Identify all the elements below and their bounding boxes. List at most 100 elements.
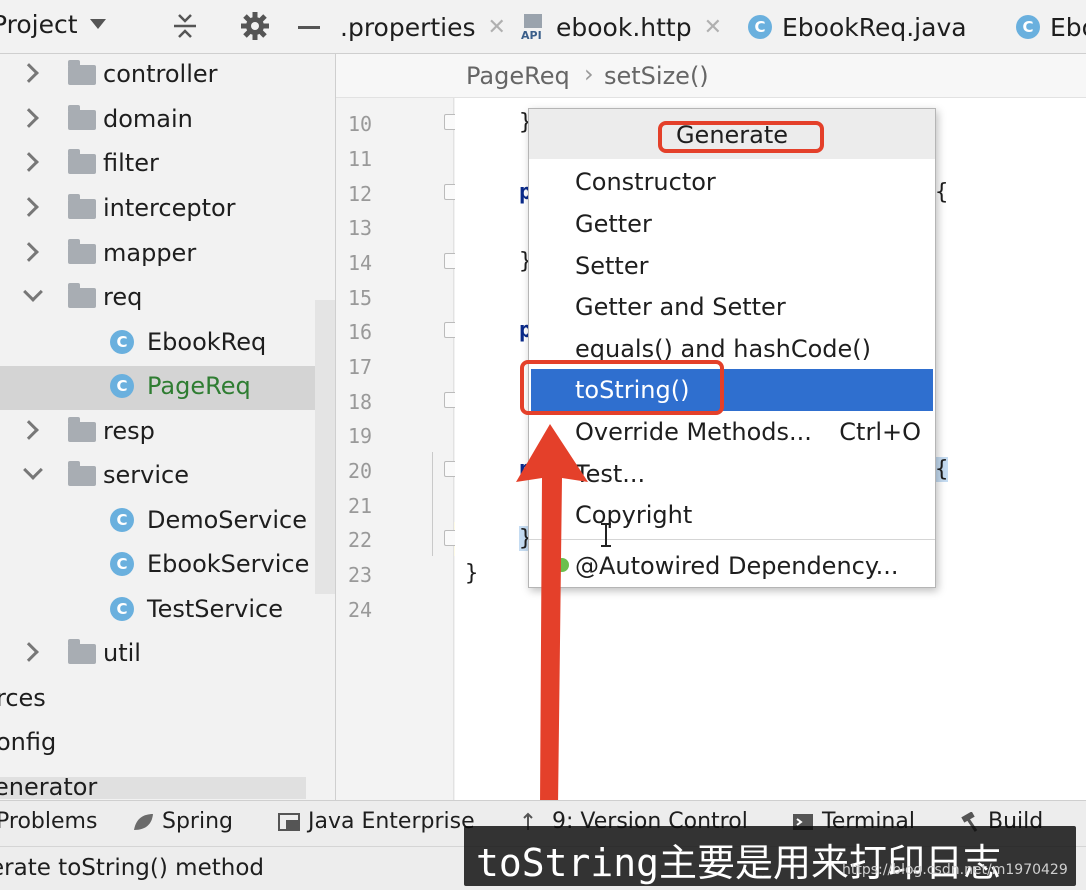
expand-arrow-icon[interactable] (19, 63, 39, 83)
expand-arrow-icon[interactable] (19, 152, 39, 172)
line-number: 17 (348, 355, 373, 379)
expand-arrow-icon[interactable] (19, 197, 39, 217)
class-icon: C (1016, 15, 1040, 39)
tree-item-filter[interactable]: filter (0, 143, 335, 187)
project-tool-title[interactable]: Project (0, 10, 78, 39)
gear-icon[interactable] (240, 11, 270, 41)
watermark-text: https://blog.csdn.net/m1970429 (842, 862, 1068, 878)
tree-item-mapper[interactable]: mapper (0, 233, 335, 277)
tree-item-label: mapper (103, 239, 197, 267)
menu-item-label: Getter and Setter (575, 293, 786, 321)
line-number: 20 (348, 459, 373, 483)
folder-icon (68, 239, 96, 264)
tool-window-label: Problems (0, 809, 98, 834)
menu-item-label: Constructor (575, 168, 716, 196)
tool-window-java-enterprise[interactable]: Java Enterprise (278, 809, 475, 834)
tree-item-testservice[interactable]: C TestService (0, 589, 335, 633)
menu-item-getter-and-setter[interactable]: Getter and Setter (531, 286, 933, 328)
tree-item-pagereq[interactable]: C PageReq (0, 366, 335, 410)
line-number: 16 (348, 320, 373, 344)
tool-window-spring[interactable]: Spring (132, 809, 233, 834)
tool-window-label: Java Enterprise (308, 809, 475, 834)
folder-icon (68, 194, 96, 219)
code-brace: } (465, 561, 479, 586)
status-message: erate toString() method (0, 855, 264, 881)
minimize-icon[interactable] (298, 26, 320, 29)
tree-item-label: domain (103, 105, 193, 133)
annotation-highlight-tostring (520, 360, 724, 415)
menu-item-label: Override Methods... (575, 418, 812, 446)
expand-arrow-icon[interactable] (19, 108, 39, 128)
menu-item-setter[interactable]: Setter (531, 245, 933, 287)
class-icon: C (748, 15, 772, 39)
line-number: 22 (348, 528, 373, 552)
line-number: 14 (348, 251, 373, 275)
line-number: 18 (348, 390, 373, 414)
tree-item-resp[interactable]: resp (0, 411, 335, 455)
tree-item-label: enerator (0, 773, 98, 800)
class-icon: C (110, 374, 134, 398)
tree-item-generator[interactable]: enerator (0, 767, 335, 800)
tab-label: EbookReq.java (782, 12, 967, 42)
tree-item-util[interactable]: util (0, 633, 335, 677)
tree-item-config[interactable]: onfig (0, 722, 335, 766)
tab-label: .properties (340, 12, 476, 42)
tree-item-demoservice[interactable]: C DemoService (0, 500, 335, 544)
collapse-all-icon[interactable] (172, 12, 198, 40)
tab-ebo[interactable]: C Ebo (1016, 0, 1086, 54)
editor-tabs: .properties ✕ API ebook.http ✕ C EbookRe… (336, 0, 1086, 54)
menu-item-constructor[interactable]: Constructor (531, 161, 933, 203)
folder-icon (68, 283, 96, 308)
line-number: 19 (348, 424, 373, 448)
line-number: 15 (348, 286, 373, 310)
tree-item-ebookreq[interactable]: C EbookReq (0, 322, 335, 366)
tree-item-controller[interactable]: controller (0, 54, 335, 98)
tree-item-label: EbookReq (147, 328, 267, 356)
tab-properties[interactable]: .properties ✕ (340, 0, 506, 54)
close-icon[interactable]: ✕ (488, 15, 506, 40)
line-number: 24 (348, 598, 373, 622)
menu-item-shortcut: Ctrl+O (839, 418, 921, 446)
tree-item-service[interactable]: service (0, 455, 335, 499)
folder-icon (68, 639, 96, 664)
tree-item-ebookservice[interactable]: C EbookService (0, 544, 335, 588)
line-number: 13 (348, 216, 373, 240)
breadcrumb-method[interactable]: setSize() (604, 62, 709, 90)
tree-item-req[interactable]: req (0, 277, 335, 321)
tree-item-label: onfig (0, 728, 57, 756)
tool-window-label: Spring (162, 809, 233, 834)
annotation-highlight-generate (658, 121, 824, 153)
collapse-arrow-icon[interactable] (23, 282, 43, 302)
folder-icon (68, 105, 96, 130)
tree-item-resources[interactable]: rces (0, 678, 335, 722)
tab-ebook-http[interactable]: API ebook.http ✕ (520, 0, 722, 54)
tool-window-problems[interactable]: Problems (0, 809, 97, 834)
tree-item-label: req (103, 283, 143, 311)
tree-item-label: interceptor (103, 194, 236, 222)
annotation-arrow-icon (516, 424, 588, 806)
close-icon[interactable]: ✕ (704, 15, 722, 40)
tree-item-domain[interactable]: domain (0, 99, 335, 143)
expand-arrow-icon[interactable] (19, 420, 39, 440)
breadcrumb-class[interactable]: PageReq (466, 62, 570, 90)
tree-item-label: rces (0, 684, 46, 712)
expand-arrow-icon[interactable] (19, 642, 39, 662)
caption-text: toString主要是用来打印日志 (476, 841, 1002, 885)
line-number: 23 (348, 563, 373, 587)
expand-arrow-icon[interactable] (19, 242, 39, 262)
tree-item-label: resp (103, 417, 155, 445)
vertical-scrollbar[interactable] (315, 300, 335, 594)
tab-ebookreq-java[interactable]: C EbookReq.java (748, 0, 967, 54)
menu-item-getter[interactable]: Getter (531, 203, 933, 245)
line-number: 12 (348, 182, 373, 206)
breadcrumb: PageReq › setSize() (336, 54, 1086, 98)
collapse-arrow-icon[interactable] (23, 460, 43, 480)
project-tree: controller domain filter interceptor map… (0, 54, 336, 800)
tree-item-label: EbookService (147, 550, 310, 578)
folder-icon (68, 417, 96, 442)
tree-item-interceptor[interactable]: interceptor (0, 188, 335, 232)
chevron-down-icon[interactable] (90, 19, 106, 29)
spring-leaf-icon (134, 813, 153, 830)
indent-guide (432, 452, 433, 556)
tree-item-label: controller (103, 60, 218, 88)
